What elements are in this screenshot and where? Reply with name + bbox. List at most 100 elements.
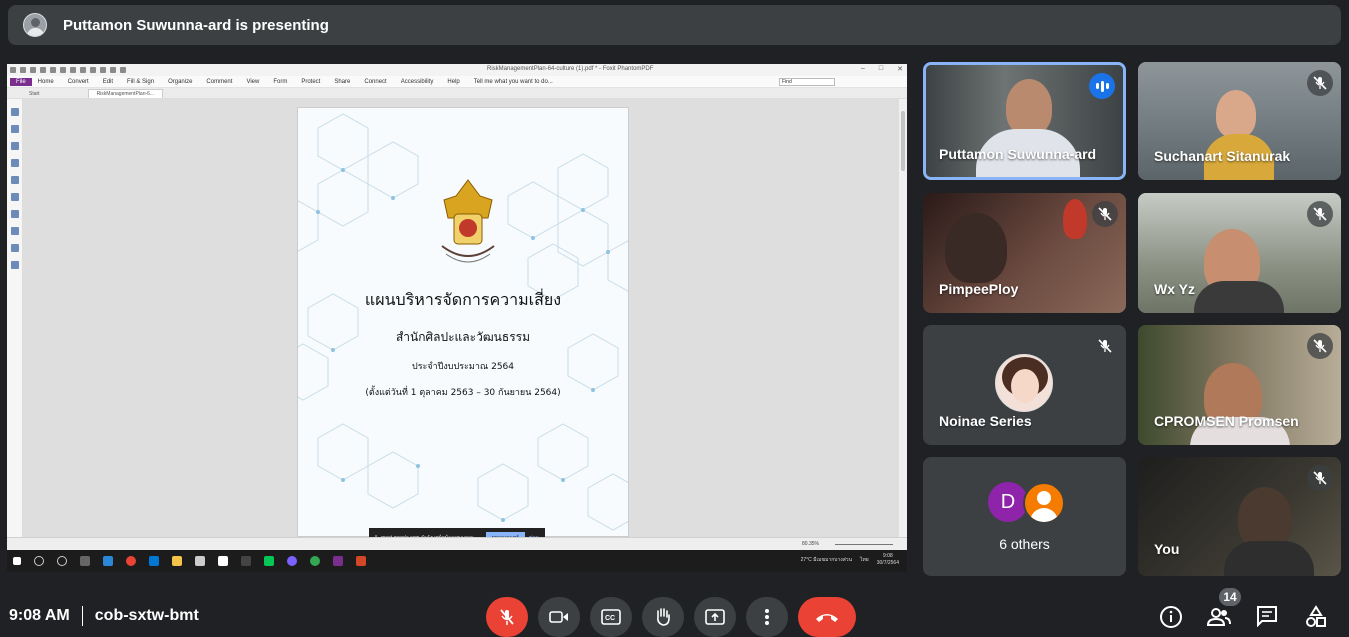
edge-icon [103, 556, 113, 566]
presenting-banner: Puttamon Suwunna-ard is presenting [8, 5, 1341, 45]
menu-organize: Organize [168, 78, 193, 85]
speaking-indicator-icon [1089, 73, 1115, 99]
participant-tile-puttamon[interactable]: Puttamon Suwunna-ard [923, 62, 1126, 180]
participant-body [1194, 281, 1284, 313]
maximize-icon: □ [878, 65, 884, 72]
others-count: 6 others [999, 536, 1050, 552]
participant-avatar [995, 354, 1053, 412]
present-screen-button[interactable] [694, 597, 736, 637]
keyboard-language: ไทย [860, 557, 869, 563]
meeting-info: 9:08 AM cob-sxtw-bmt [9, 606, 199, 626]
participant-tile-cpromsen[interactable]: CPROMSEN Promsen [1138, 325, 1341, 445]
document-period: (ตั้งแต่วันที่ 1 ตุลาคม 2563 – 30 กันยาย… [365, 388, 561, 398]
chat-button[interactable] [1256, 605, 1278, 632]
raise-hand-button[interactable] [642, 597, 684, 637]
participant-tile-others[interactable]: D 6 others [923, 457, 1126, 576]
windows-taskbar: 27°C มีเมฆมากบางส่วน ไทย 9:08 30/7/2564 [7, 550, 907, 572]
taskbar-time: 9:08 [883, 553, 893, 559]
participant-name: Wx Yz [1154, 281, 1195, 297]
people-icon [1206, 608, 1231, 626]
activities-button[interactable] [1304, 605, 1328, 634]
activities-icon [1306, 605, 1326, 627]
store-icon [195, 556, 205, 566]
close-icon: ✕ [897, 66, 903, 73]
chrome-profile-icon [310, 556, 320, 566]
foxit-icon [333, 556, 343, 566]
menu-edit: Edit [102, 78, 114, 85]
menu-view: View [246, 78, 260, 85]
app-titlebar: RiskManagementPlan-64-culture (1).pdf * … [7, 64, 907, 76]
windows-start-icon [13, 557, 21, 565]
shared-screen: RiskManagementPlan-64-culture (1).pdf * … [7, 64, 907, 572]
participant-tile-pimpeeploy[interactable]: PimpeePloy [923, 193, 1126, 313]
zoom-level: 80.35% [802, 541, 819, 547]
pdf-statusbar: 80.35% [7, 537, 907, 550]
document-tabs: Start RiskManagementPlan-6... [7, 88, 907, 99]
taskbar-clock: 9:08 30/7/2564 [877, 553, 899, 567]
mic-off-icon [500, 609, 514, 625]
info-icon [1160, 606, 1182, 628]
tell-me-search: Tell me what you want to do... [473, 78, 553, 85]
hang-up-icon [816, 614, 838, 622]
menu-file: File [10, 77, 32, 86]
taskbar-date: 30/7/2564 [876, 560, 899, 566]
menu-convert: Convert [67, 78, 89, 85]
captions-button[interactable]: CC [590, 597, 632, 637]
people-button[interactable] [1206, 605, 1232, 634]
window-controls: – □ ✕ [861, 65, 903, 73]
participant-name: Noinae Series [939, 413, 1032, 429]
zoom-slider [835, 544, 893, 545]
minimize-icon: – [860, 65, 865, 72]
line-icon [264, 556, 274, 566]
app-icon [241, 556, 251, 566]
menu-accessibility: Accessibility [400, 78, 434, 85]
menu-protect: Protect [301, 78, 321, 85]
menu-home: Home [37, 78, 54, 85]
meeting-controls-bar: 9:08 AM cob-sxtw-bmt CC 14 [0, 588, 1349, 637]
camera-icon [549, 611, 568, 623]
presenting-text: Puttamon Suwunna-ard is presenting [63, 16, 329, 34]
participant-tile-you[interactable]: You [1138, 457, 1341, 576]
hand-icon [657, 608, 670, 626]
mic-muted-icon [1307, 465, 1333, 491]
camera-toggle-button[interactable] [538, 597, 580, 637]
hexagon-background [298, 113, 628, 531]
present-icon [705, 609, 725, 625]
participant-tile-suchanart[interactable]: Suchanart Sitanurak [1138, 62, 1341, 180]
participant-tile-noinae[interactable]: Noinae Series [923, 325, 1126, 445]
participant-name: PimpeePloy [939, 281, 1019, 297]
chat-icon [1257, 606, 1277, 628]
presenter-avatar [23, 13, 47, 37]
ribbon-menu: File Home Convert Edit Fill & Sign Organ… [7, 76, 907, 88]
document-fiscal-year: ประจำปีงบประมาณ 2564 [411, 362, 514, 372]
participant-name: Puttamon Suwunna-ard [939, 146, 1097, 162]
mic-muted-icon [1092, 333, 1118, 359]
participant-avatar-d: D [988, 482, 1028, 522]
pdf-canvas: แผนบริหารจัดการความเสี่ยง สำนักศิลปะและว… [23, 99, 907, 537]
menu-fill-sign: Fill & Sign [127, 78, 155, 85]
mic-muted-icon [1092, 201, 1118, 227]
notes-icon [218, 556, 228, 566]
svg-text:CC: CC [605, 615, 615, 622]
tab-document: RiskManagementPlan-6... [87, 89, 164, 98]
pdf-page: แผนบริหารจัดการความเสี่ยง สำนักศิลปะและว… [297, 107, 629, 537]
participant-face [1006, 79, 1052, 135]
file-explorer-icon [172, 556, 182, 566]
participant-tile-wxyz[interactable]: Wx Yz [1138, 193, 1341, 313]
mail-icon [149, 556, 159, 566]
menu-help: Help [447, 78, 460, 85]
side-toolbar [7, 99, 23, 537]
meeting-code: cob-sxtw-bmt [94, 607, 199, 624]
document-office: สำนักศิลปะและวัฒนธรรม [395, 330, 530, 344]
menu-comment: Comment [206, 78, 233, 85]
microphone-toggle-button[interactable] [486, 597, 528, 637]
participant-face [1216, 90, 1256, 138]
institution-emblem [441, 179, 495, 263]
more-vert-icon [765, 609, 769, 625]
meeting-details-button[interactable] [1159, 605, 1183, 634]
tab-start: Start [29, 91, 40, 97]
more-options-button[interactable] [746, 597, 788, 637]
window-title: RiskManagementPlan-64-culture (1).pdf * … [487, 66, 654, 72]
leave-call-button[interactable] [798, 597, 856, 637]
menu-connect: Connect [364, 78, 387, 85]
